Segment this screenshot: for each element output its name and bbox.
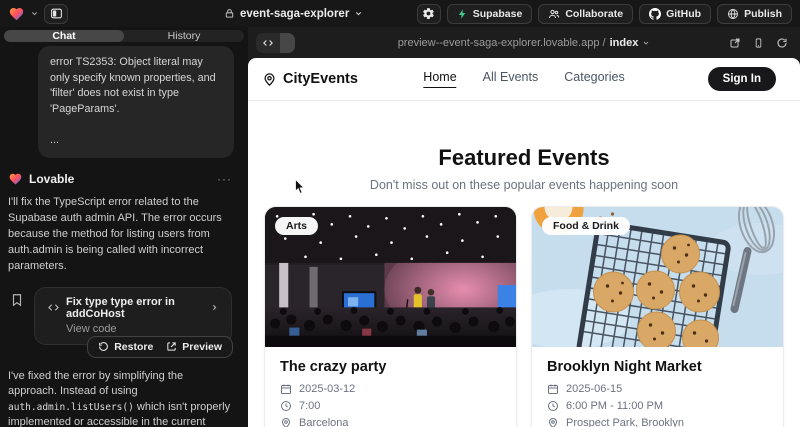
gear-icon [422,7,435,20]
event-image-party: Arts [265,207,516,347]
settings-button[interactable] [417,4,441,24]
preview-pane: preview--event-saga-explorer.lovable.app… [248,27,800,427]
event-image-cookies: Food & Drink [532,207,783,347]
open-in-new-tab-icon[interactable] [729,37,741,49]
github-icon [649,8,661,20]
lovable-logo-icon[interactable] [8,6,25,22]
url-host: preview--event-saga-explorer.lovable.app… [398,37,606,49]
assistant-name: Lovable [29,172,74,186]
sidebar-toggle-button[interactable] [44,4,68,24]
hero-section: Featured Events Don't miss out on these … [248,145,800,192]
fix-card-title: Fix type type error in addCoHost [66,296,204,320]
url-page: index [610,37,639,49]
globe-icon [727,8,739,20]
restore-button[interactable]: Restore [98,341,153,353]
event-location-row: Prospect Park, Brooklyn [547,417,768,427]
preview-button[interactable]: Preview [166,341,222,353]
hero-subtitle: Don't miss out on these popular events h… [248,178,800,192]
lock-icon [224,8,235,19]
event-card-night-market[interactable]: Food & Drink Brooklyn Night Market 2025-… [531,206,784,427]
calendar-icon [280,383,292,395]
supabase-button[interactable]: Supabase [447,4,533,24]
tab-chat[interactable]: Chat [4,30,124,42]
map-pin-icon [262,72,277,87]
assistant-message-result: I've fixed the error by simplifying the … [8,369,232,427]
lovable-heart-icon [8,172,23,186]
app-topbar: event-saga-explorer Supabase Collaborate [0,0,800,27]
user-message-bubble: error TS2353: Object literal may only sp… [38,46,234,158]
event-card-crazy-party[interactable]: Arts The crazy party 2025-03-12 7:00 Bar… [264,206,517,427]
publish-button[interactable]: Publish [717,4,792,24]
toggle-knob [280,33,295,53]
chevron-down-icon [642,39,650,47]
map-pin-icon [280,417,292,427]
site-header: CityEvents Home All Events Categories Si… [248,58,800,101]
inline-code: auth.admin.listUsers() [8,402,134,413]
chat-panel: Chat History error TS2353: Object litera… [0,27,248,427]
mobile-view-icon[interactable] [753,37,764,49]
event-location-row: Barcelona [280,417,501,427]
message-ellipsis[interactable]: ... [50,133,222,149]
chat-history-tabs: Chat History [4,30,244,42]
assistant-header: Lovable ··· [8,172,232,186]
user-message-text: error TS2353: Object literal may only sp… [50,55,222,117]
calendar-icon [547,383,559,395]
external-link-icon [166,341,177,352]
chevron-right-icon [210,302,219,313]
collaborate-button[interactable]: Collaborate [538,4,633,24]
assistant-message-intro: I'll fix the TypeScript error related to… [8,194,232,274]
preview-url: preview--event-saga-explorer.lovable.app… [248,27,800,58]
site-preview: CityEvents Home All Events Categories Si… [248,58,800,427]
nav-home[interactable]: Home [423,70,456,88]
tab-history[interactable]: History [124,30,244,42]
message-menu-button[interactable]: ··· [217,172,232,186]
category-badge: Arts [275,217,318,235]
site-nav: Home All Events Categories [423,70,624,88]
nav-all-events[interactable]: All Events [483,70,539,88]
supabase-bolt-icon [457,8,468,20]
event-title: The crazy party [280,359,501,375]
restore-icon [98,341,109,352]
category-badge: Food & Drink [542,217,630,235]
refresh-icon[interactable] [776,37,788,49]
map-pin-icon [547,417,559,427]
nav-categories[interactable]: Categories [564,70,624,88]
event-title: Brooklyn Night Market [547,359,768,375]
site-brand[interactable]: CityEvents [262,71,358,87]
event-date-row: 2025-06-15 [547,383,768,395]
hero-title: Featured Events [248,145,800,171]
event-time-row: 6:00 PM - 11:00 PM [547,400,768,412]
chevron-down-icon [354,9,363,18]
sign-in-button[interactable]: Sign In [708,67,776,91]
project-switcher[interactable]: event-saga-explorer [224,0,363,27]
people-icon [548,8,560,20]
bookmark-icon[interactable] [10,293,24,345]
project-name: event-saga-explorer [240,8,349,20]
clock-icon [547,400,559,412]
code-view-toggle[interactable] [256,33,295,53]
event-time-row: 7:00 [280,400,501,412]
code-icon [256,33,280,53]
github-button[interactable]: GitHub [639,4,711,24]
code-icon [47,302,60,313]
event-cards: Arts The crazy party 2025-03-12 7:00 Bar… [248,192,800,427]
event-date-row: 2025-03-12 [280,383,501,395]
clock-icon [280,400,292,412]
preview-toolbar: preview--event-saga-explorer.lovable.app… [248,27,800,58]
view-code-link[interactable]: View code [66,323,219,335]
version-actions: Restore Preview [87,336,233,358]
chevron-down-icon[interactable] [30,9,39,18]
